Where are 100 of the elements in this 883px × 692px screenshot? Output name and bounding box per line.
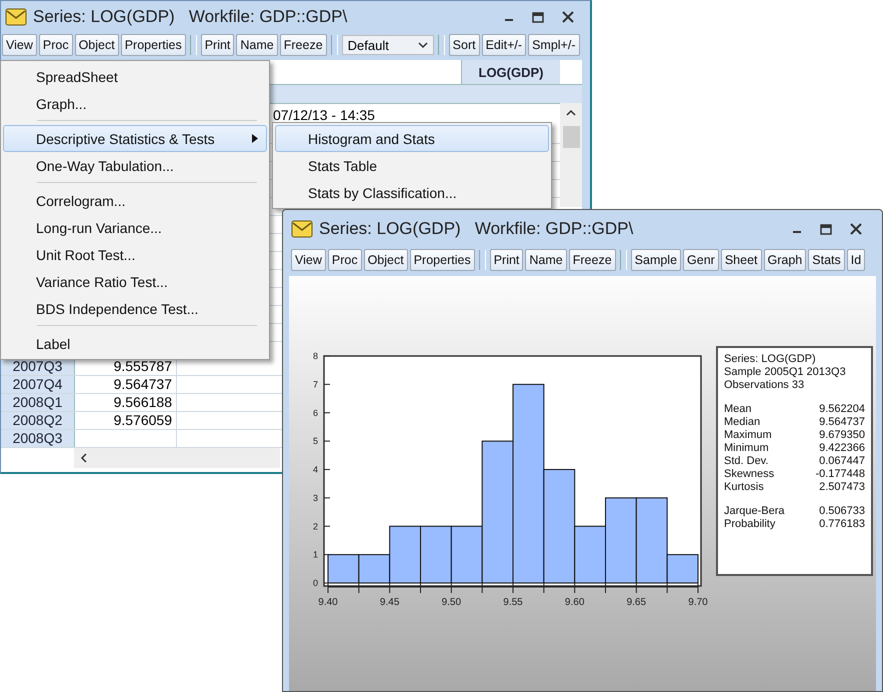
toolbar-button[interactable]: Print [490, 249, 524, 271]
stat-value: 9.564737 [819, 416, 865, 428]
vertical-scrollbar[interactable] [560, 103, 582, 207]
stat-value: 0.067447 [819, 455, 865, 467]
scroll-left-icon[interactable] [80, 453, 87, 463]
table-cell: 9.566188 [75, 394, 177, 411]
toolbar-button[interactable]: Graph [764, 249, 806, 271]
toolbar-button[interactable]: Smpl+/- [528, 34, 580, 56]
y-tick-label: 7 [312, 379, 318, 390]
stat-value: 9.562204 [819, 403, 865, 415]
row-header: 2007Q4 [1, 376, 75, 393]
x-tick-label: 9.55 [503, 597, 523, 608]
stat-value: 0.776183 [819, 518, 865, 530]
table-cell: 9.576059 [75, 412, 177, 429]
histogram-bar [420, 526, 452, 584]
y-tick-label: 2 [312, 521, 318, 532]
stat-label: Mean [724, 403, 752, 415]
toolbar-button[interactable]: Properties [120, 34, 186, 56]
y-tick-label: 3 [312, 492, 318, 503]
toolbar-button[interactable]: Sample [630, 249, 682, 271]
maximize-icon[interactable] [532, 12, 544, 22]
row-header: 2008Q3 [1, 430, 75, 447]
menu-item[interactable]: Long-run Variance... [3, 214, 267, 241]
menu-item[interactable]: Stats by Classification... [275, 179, 549, 206]
stat-label: Maximum [724, 429, 772, 441]
y-tick-label: 5 [312, 436, 318, 446]
toolbar-button[interactable]: Print [200, 34, 234, 56]
stat-value: 2.507473 [819, 481, 865, 493]
toolbar-button[interactable]: Proc [38, 34, 73, 56]
stat-value: 9.679350 [819, 429, 865, 441]
x-tick-label: 9.65 [626, 597, 646, 608]
x-tick-label: 9.50 [442, 597, 462, 608]
table-cell: 9.564737 [75, 376, 177, 393]
stat-label: Kurtosis [724, 481, 764, 493]
x-tick-label: 9.40 [318, 597, 338, 608]
y-tick-label: 6 [312, 408, 318, 418]
maximize-icon[interactable] [820, 224, 832, 234]
scrollbar-thumb[interactable] [562, 126, 580, 148]
toolbar-button[interactable]: Stats [808, 249, 845, 271]
menu-item[interactable]: BDS Independence Test... [3, 295, 267, 322]
envelope-icon [291, 220, 313, 238]
y-tick-label: 0 [312, 578, 318, 588]
toolbar-button[interactable]: View [291, 249, 326, 271]
x-tick-label: 9.60 [564, 597, 584, 608]
toolbar-button[interactable]: Id [846, 249, 866, 271]
submenu-arrow-icon [252, 134, 258, 143]
close-icon[interactable] [562, 11, 574, 23]
menu-item[interactable]: Variance Ratio Test... [3, 268, 267, 295]
x-tick-label: 9.45 [380, 597, 400, 608]
stat-value: 0.506733 [819, 505, 865, 517]
chevron-icon [418, 42, 428, 48]
toolbar-button[interactable]: Freeze [280, 34, 327, 56]
stat-label: Std. Dev. [724, 455, 768, 467]
menu-item[interactable]: Histogram and Stats [275, 125, 549, 152]
column-header: LOG(GDP) [461, 60, 560, 84]
menu-item[interactable]: Label [3, 330, 267, 357]
y-tick-label: 8 [312, 351, 318, 361]
stat-label: Median [724, 416, 760, 428]
toolbar-button[interactable]: Edit+/- [482, 34, 526, 56]
window-title: Series: LOG(GDP) Workfile: GDP::GDP\ [33, 7, 348, 27]
toolbar-button[interactable]: Name [525, 249, 567, 271]
menu-item[interactable]: Graph... [3, 90, 267, 117]
menu-item[interactable]: Descriptive Statistics & Tests [3, 125, 267, 152]
stat-label: Jarque-Bera [724, 505, 785, 517]
row-header: 2008Q2 [1, 412, 75, 429]
toolbar-button[interactable]: Freeze [568, 249, 616, 271]
toolbar-button[interactable]: Name [236, 34, 278, 56]
toolbar-button[interactable]: Proc [328, 249, 362, 271]
horizontal-scrollbar[interactable] [74, 448, 280, 468]
stat-label: Probability [724, 518, 776, 530]
stats-header: Series: LOG(GDP) [724, 353, 817, 365]
stats-header: Sample 2005Q1 2013Q3 [724, 366, 847, 378]
x-tick-label: 9.70 [688, 597, 708, 608]
menu-item[interactable]: Correlogram... [3, 187, 267, 214]
close-icon[interactable] [850, 223, 862, 235]
toolbar-button[interactable]: Object [364, 249, 408, 271]
menu-item[interactable]: Unit Root Test... [3, 241, 267, 268]
updated-date: 07/12/13 - 14:35 [273, 107, 375, 123]
window-title: Series: LOG(GDP) Workfile: GDP::GDP\ [319, 219, 634, 239]
stat-value: 9.422366 [819, 442, 865, 454]
y-tick-label: 4 [312, 464, 318, 474]
toolbar-button[interactable]: View [2, 34, 37, 56]
stat-label: Skewness [724, 468, 774, 480]
stat-label: Minimum [724, 442, 769, 454]
stat-value: -0.177448 [815, 468, 865, 480]
menu-item[interactable]: SpreadSheet [3, 63, 267, 90]
view-dropdown[interactable]: Default [342, 35, 434, 55]
toolbar-button[interactable]: Sheet [720, 249, 762, 271]
menu-item[interactable]: One-Way Tabulation... [3, 152, 267, 179]
row-header: 2008Q1 [1, 394, 75, 411]
toolbar-button[interactable]: Sort [448, 34, 480, 56]
stats-header: Observations 33 [724, 379, 806, 391]
envelope-icon [5, 8, 27, 26]
toolbar-button[interactable]: Genr [683, 249, 719, 271]
histogram-bar [328, 554, 360, 584]
toolbar-button[interactable]: Object [74, 34, 119, 56]
toolbar-button[interactable]: Properties [410, 249, 475, 271]
menu-item[interactable]: Stats Table [275, 152, 549, 179]
scroll-up-icon[interactable] [566, 109, 576, 116]
y-tick-label: 1 [312, 550, 318, 560]
